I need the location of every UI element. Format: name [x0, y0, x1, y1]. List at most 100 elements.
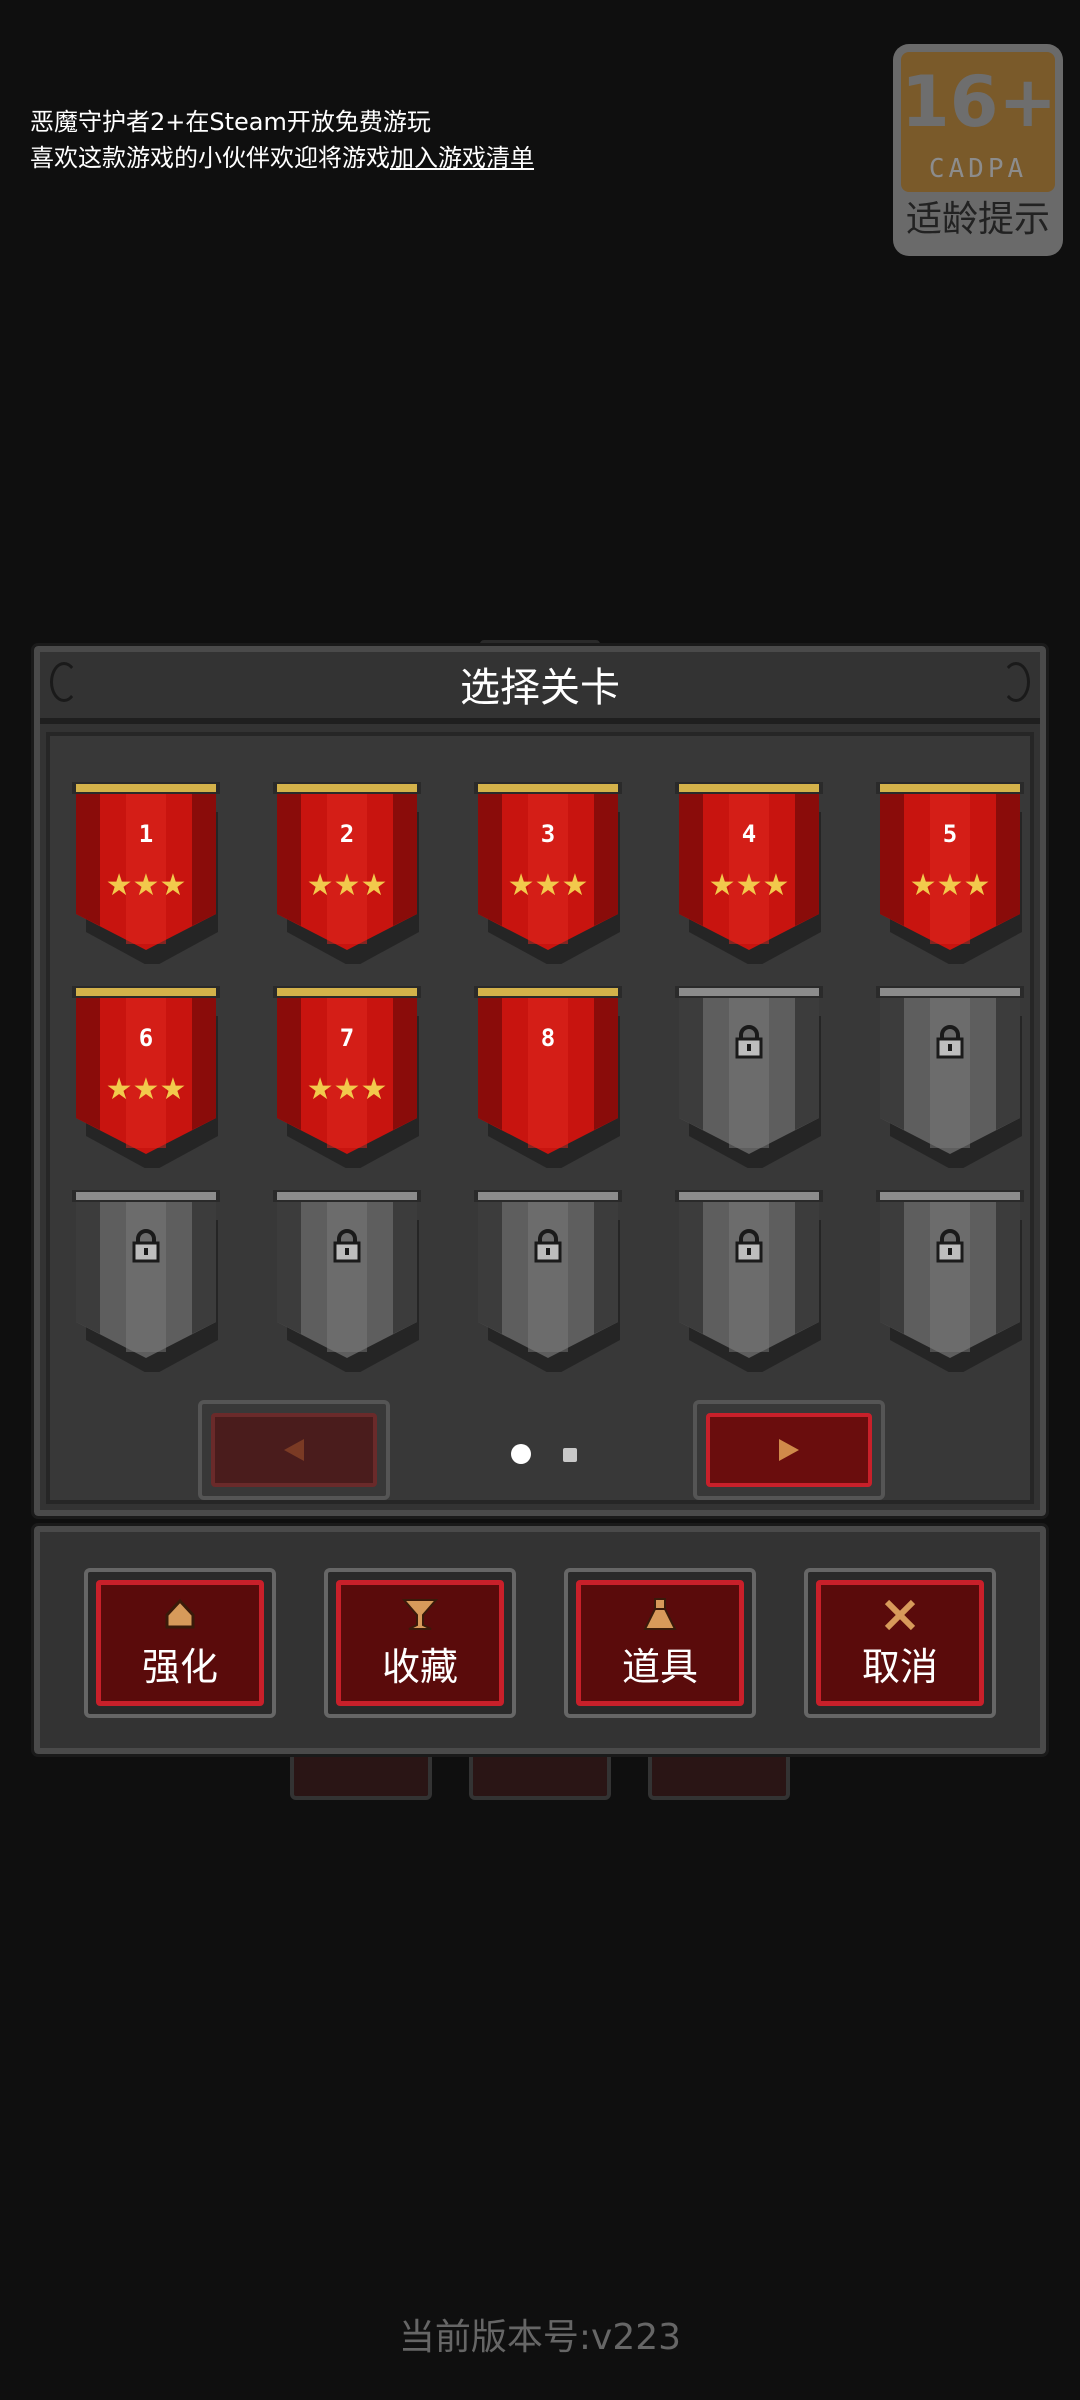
level-number: 8 [540, 1024, 556, 1052]
banner-shape [474, 986, 622, 1168]
level-banner[interactable]: 6 ★★★ [70, 984, 222, 1168]
next-page-button[interactable] [693, 1400, 885, 1500]
arrow-left-icon [284, 1439, 304, 1461]
level-banner[interactable]: 5 ★★★ [874, 780, 1026, 964]
close-icon [821, 1597, 979, 1637]
upgrade-button[interactable]: 强化 [84, 1568, 276, 1718]
star-icon: ★ [333, 1072, 361, 1107]
star-icon: ★ [762, 868, 790, 903]
level-stars: ★★★ [673, 868, 825, 904]
level-banner-locked[interactable] [673, 984, 825, 1168]
level-banner-locked[interactable] [673, 1188, 825, 1372]
lock-icon [731, 1228, 767, 1264]
upgrade-label: 强化 [141, 1645, 218, 1689]
cancel-button-face: 取消 [816, 1580, 984, 1706]
lock-icon [932, 1228, 968, 1264]
level-banner-locked[interactable] [271, 1188, 423, 1372]
level-banner[interactable]: 1 ★★★ [70, 780, 222, 964]
cancel-label: 取消 [861, 1645, 938, 1689]
star-icon: ★ [132, 868, 160, 903]
cancel-button[interactable]: 取消 [804, 1568, 996, 1718]
level-grid: 1 ★★★ 2 ★★★ 3 ★★★ 4 ★★★ 5 ★★★ 6 ★★★ 7 ★★★ 8 [46, 732, 1034, 1504]
level-banner-locked[interactable] [472, 1188, 624, 1372]
star-icon: ★ [306, 1072, 334, 1107]
level-stars: ★★★ [874, 868, 1026, 904]
arrow-right-icon [779, 1439, 799, 1461]
banner-shape [675, 1190, 823, 1372]
level-banner[interactable]: 4 ★★★ [673, 780, 825, 964]
star-icon: ★ [360, 1072, 388, 1107]
star-icon: ★ [159, 868, 187, 903]
age-rating-org: CADPA [928, 154, 1028, 184]
level-banner-locked[interactable] [874, 1188, 1026, 1372]
notice-line-1: 恶魔守护者2+在Steam开放免费游玩 [30, 108, 431, 136]
level-banner[interactable]: 2 ★★★ [271, 780, 423, 964]
version-label: 当前版本号:v223 [398, 2317, 682, 2358]
items-label: 道具 [621, 1645, 698, 1689]
corner-ornament-icon [1002, 662, 1030, 702]
level-select-panel: 选择关卡 1 ★★★ 2 ★★★ 3 ★★★ 4 ★★★ 5 ★★★ 6 ★★★ 7 ★★★ 8 [31, 643, 1049, 1519]
next-page-face [706, 1413, 872, 1487]
level-stars: ★★★ [70, 868, 222, 904]
corner-ornament-icon [50, 662, 78, 702]
wishlist-link[interactable]: 加入游戏清单 [390, 144, 534, 172]
banner-shape [273, 1190, 421, 1372]
items-button-face: 道具 [576, 1580, 744, 1706]
star-icon: ★ [360, 868, 388, 903]
level-stars: ★★★ [271, 868, 423, 904]
level-banner-locked[interactable] [70, 1188, 222, 1372]
age-rating-value: 16+ [901, 61, 1058, 143]
lock-icon [128, 1228, 164, 1264]
lock-icon [329, 1228, 365, 1264]
level-banner-locked[interactable] [874, 984, 1026, 1168]
star-icon: ★ [159, 1072, 187, 1107]
lock-icon [530, 1228, 566, 1264]
banner-shape [675, 986, 823, 1168]
page-indicator-active [511, 1444, 531, 1464]
level-stars: ★★★ [70, 1072, 222, 1108]
age-rating-badge[interactable]: 16+ CADPA 适龄提示 [893, 44, 1063, 256]
star-icon: ★ [105, 1072, 133, 1107]
level-number: 4 [741, 820, 757, 848]
collection-label: 收藏 [381, 1645, 458, 1689]
trophy-icon [341, 1597, 499, 1637]
promo-notice: 恶魔守护者2+在Steam开放免费游玩 喜欢这款游戏的小伙伴欢迎将游戏加入游戏清… [30, 104, 534, 176]
level-banner[interactable]: 8 [472, 984, 624, 1168]
level-number: 1 [138, 820, 154, 848]
level-number: 3 [540, 820, 556, 848]
game-screen: { "notice": { "line1": "恶魔守护者2+在Steam开放免… [0, 0, 1080, 2400]
star-icon: ★ [333, 868, 361, 903]
age-rating-tip: 适龄提示 [905, 199, 1050, 240]
collection-button-face: 收藏 [336, 1580, 504, 1706]
page-indicator[interactable] [563, 1448, 577, 1462]
potion-icon [581, 1597, 739, 1637]
star-icon: ★ [936, 868, 964, 903]
collection-button[interactable]: 收藏 [324, 1568, 516, 1718]
level-number: 5 [942, 820, 958, 848]
upgrade-button-face: 强化 [96, 1580, 264, 1706]
notice-line-2: 喜欢这款游戏的小伙伴欢迎将游戏加入游戏清单 [30, 140, 534, 176]
items-button[interactable]: 道具 [564, 1568, 756, 1718]
banner-shape [876, 1190, 1024, 1372]
star-icon: ★ [534, 868, 562, 903]
panel-title: 选择关卡 [460, 665, 620, 711]
star-icon: ★ [132, 1072, 160, 1107]
banner-shape [474, 1190, 622, 1372]
level-banner[interactable]: 7 ★★★ [271, 984, 423, 1168]
prev-page-face [211, 1413, 377, 1487]
level-stars: ★★★ [472, 868, 624, 904]
level-number: 7 [339, 1024, 355, 1052]
star-icon: ★ [561, 868, 589, 903]
level-banner[interactable]: 3 ★★★ [472, 780, 624, 964]
star-icon: ★ [105, 868, 133, 903]
panel-header: 选择关卡 [40, 652, 1040, 724]
lock-icon [932, 1024, 968, 1060]
star-icon: ★ [708, 868, 736, 903]
level-number: 2 [339, 820, 355, 848]
star-icon: ★ [909, 868, 937, 903]
prev-page-button[interactable] [198, 1400, 390, 1500]
lock-icon [731, 1024, 767, 1060]
age-rating-plate: 16+ CADPA [901, 52, 1058, 192]
star-icon: ★ [507, 868, 535, 903]
banner-shape [72, 1190, 220, 1372]
